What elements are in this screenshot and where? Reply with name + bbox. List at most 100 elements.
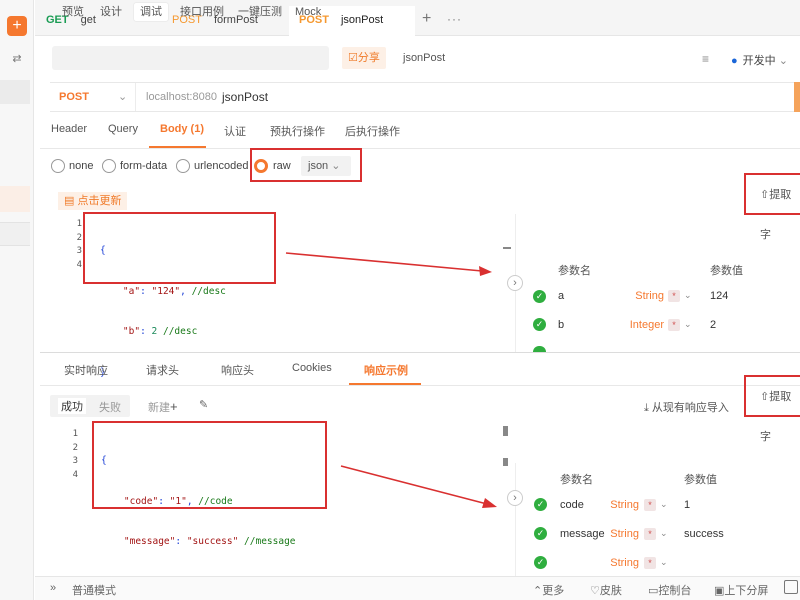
- code-comment: //desc: [162, 326, 198, 337]
- chevron-down-icon[interactable]: ⌄: [684, 290, 692, 301]
- required-icon[interactable]: *: [644, 557, 656, 569]
- rail-item-active[interactable]: [0, 186, 30, 212]
- param-type[interactable]: String: [589, 528, 639, 540]
- rail-item[interactable]: [0, 222, 30, 246]
- chevron-down-icon: ⌄: [118, 91, 128, 103]
- chevron-right-icon[interactable]: ›: [507, 490, 523, 506]
- line-number: 4: [76, 259, 82, 270]
- required-icon[interactable]: *: [644, 528, 656, 540]
- check-icon[interactable]: ✓: [534, 498, 547, 511]
- console-button[interactable]: ▭控制台: [648, 582, 691, 598]
- param-type[interactable]: String: [589, 499, 639, 511]
- extract-button[interactable]: ⇧提取字: [744, 375, 800, 443]
- param-type[interactable]: String: [614, 290, 664, 302]
- tab-header[interactable]: Header: [51, 123, 87, 135]
- tab-cookies[interactable]: Cookies: [292, 362, 332, 374]
- console-label: 控制台: [658, 585, 692, 597]
- mode-design[interactable]: 设计: [94, 3, 128, 21]
- check-icon[interactable]: ✓: [534, 527, 547, 540]
- required-icon[interactable]: *: [644, 499, 656, 511]
- more-label: 更多: [542, 585, 565, 597]
- mode-switch: [52, 46, 329, 70]
- param-name[interactable]: b: [558, 319, 564, 331]
- import-button[interactable]: ⤓ 从现有响应导入: [644, 399, 729, 415]
- skin-button[interactable]: ♡皮肤: [590, 582, 622, 598]
- tab-realtime-response[interactable]: 实时响应: [64, 362, 108, 378]
- mode-debug[interactable]: 调试: [134, 3, 168, 21]
- upload-icon: ⇧: [760, 391, 770, 403]
- radio-form-data[interactable]: [102, 159, 116, 173]
- mode-mock[interactable]: Mock: [289, 3, 327, 21]
- chevron-down-icon[interactable]: ⌄: [660, 528, 668, 539]
- check-icon[interactable]: ✓: [533, 318, 546, 331]
- layout-icon[interactable]: [784, 580, 798, 594]
- radio-label: form-data: [120, 160, 168, 172]
- tab-pre-ops[interactable]: 预执行操作: [270, 123, 325, 139]
- code-key: "b": [122, 326, 141, 337]
- mode-preview[interactable]: 预览: [56, 3, 90, 21]
- url-path[interactable]: jsonPost: [222, 90, 268, 104]
- check-icon[interactable]: ✓: [534, 556, 547, 569]
- new-button[interactable]: 新建+: [148, 399, 178, 415]
- scrollbar[interactable]: [503, 247, 511, 249]
- expand-icon[interactable]: »: [50, 582, 56, 594]
- tab-label: jsonPost: [340, 14, 384, 26]
- refresh-button[interactable]: ▤ 点击更新: [58, 192, 128, 210]
- tab-response-examples[interactable]: 响应示例: [364, 362, 408, 378]
- rail-item[interactable]: [0, 80, 30, 104]
- mode-label[interactable]: 普通模式: [72, 582, 116, 598]
- divider: [40, 148, 800, 149]
- param-value[interactable]: 124: [710, 290, 728, 302]
- param-panel: [515, 463, 800, 576]
- radio-label: urlencoded: [194, 160, 249, 172]
- list-icon[interactable]: ≡: [702, 52, 709, 66]
- param-name[interactable]: a: [558, 290, 564, 302]
- code-key: "message": [123, 536, 176, 547]
- tab-response-headers[interactable]: 响应头: [221, 362, 254, 378]
- annotation-box: [83, 212, 276, 284]
- tab-fail[interactable]: 失败: [99, 399, 121, 415]
- param-value[interactable]: 1: [684, 499, 690, 511]
- required-icon[interactable]: *: [668, 319, 680, 331]
- mode-cases[interactable]: 接口用例: [174, 3, 230, 21]
- sliders-icon[interactable]: ⇄: [9, 52, 25, 66]
- send-button[interactable]: [794, 82, 800, 112]
- param-type[interactable]: String: [589, 557, 639, 569]
- chevron-down-icon[interactable]: ⌄: [684, 319, 692, 330]
- param-value[interactable]: success: [684, 528, 724, 540]
- radio-urlencoded[interactable]: [176, 159, 190, 173]
- env-select[interactable]: ● 开发中 ⌄: [731, 52, 788, 68]
- chevron-down-icon[interactable]: ⌄: [660, 499, 668, 510]
- chevron-right-icon[interactable]: ›: [507, 275, 523, 291]
- share-button[interactable]: ☑分享: [342, 47, 386, 69]
- method-select[interactable]: POST ⌄: [50, 83, 136, 111]
- tab-request-headers[interactable]: 请求头: [146, 362, 179, 378]
- tab-query[interactable]: Query: [108, 123, 138, 135]
- radio-none[interactable]: [51, 159, 65, 173]
- plus-icon: +: [170, 399, 178, 414]
- edit-icon[interactable]: ✎: [199, 398, 208, 411]
- split-button[interactable]: ▣上下分屏: [714, 582, 768, 598]
- more-button[interactable]: ⌃更多: [533, 582, 564, 598]
- mode-stress[interactable]: 一键压测: [232, 3, 288, 21]
- scrollbar[interactable]: [503, 426, 508, 436]
- tab-post-ops[interactable]: 后执行操作: [345, 123, 400, 139]
- annotation-box: [250, 148, 362, 182]
- chevron-down-icon[interactable]: ⌄: [660, 557, 668, 568]
- download-icon: ⤓: [644, 402, 652, 414]
- param-type[interactable]: Integer: [614, 319, 664, 331]
- url-host[interactable]: localhost:8080: [146, 91, 217, 103]
- tab-auth[interactable]: 认证: [224, 123, 246, 139]
- extract-button[interactable]: ⇧提取字: [744, 173, 800, 241]
- check-icon[interactable]: ✓: [533, 290, 546, 303]
- param-name[interactable]: code: [560, 499, 584, 511]
- more-tabs-icon[interactable]: ···: [447, 12, 462, 26]
- code-value: "124": [151, 285, 181, 297]
- tab-body[interactable]: Body (1): [160, 123, 204, 135]
- param-value[interactable]: 2: [710, 319, 716, 331]
- tab-success[interactable]: 成功: [58, 398, 86, 414]
- required-icon[interactable]: *: [668, 290, 680, 302]
- add-tab-icon[interactable]: +: [422, 10, 431, 28]
- plus-icon[interactable]: +: [7, 16, 27, 36]
- code-value: 2: [151, 326, 158, 337]
